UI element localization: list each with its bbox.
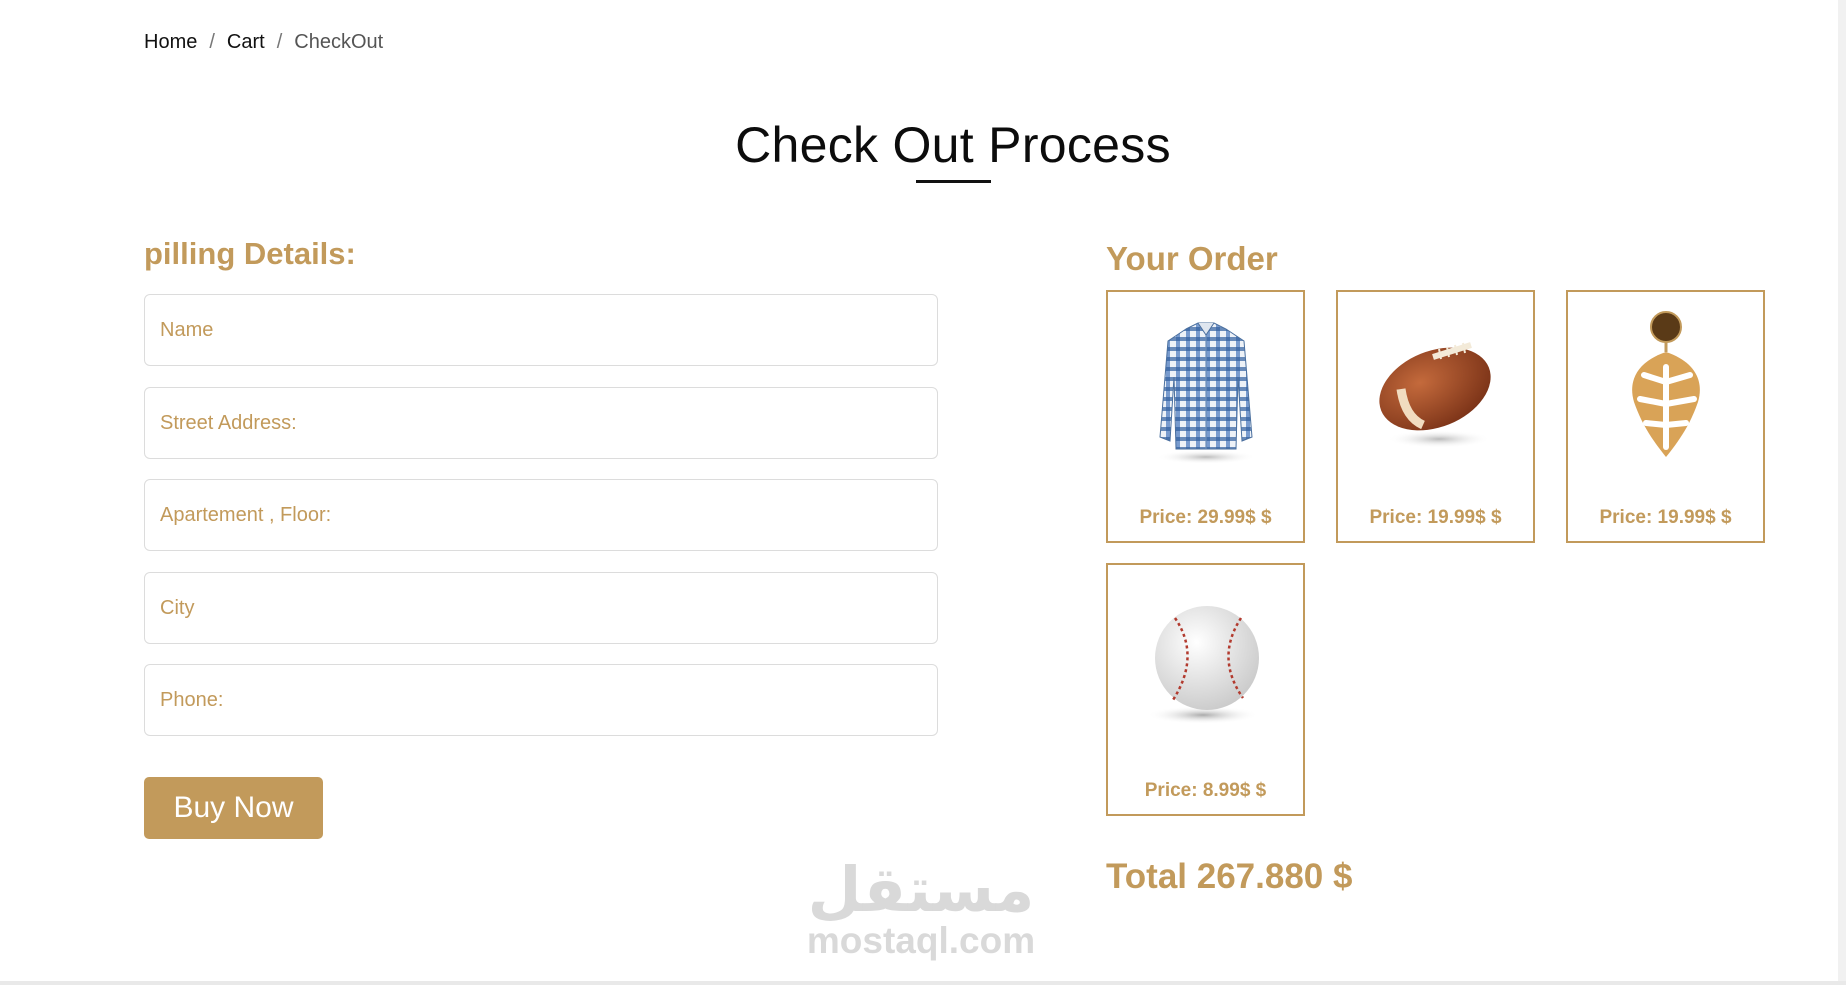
breadcrumb-separator: / <box>209 31 215 53</box>
product-image <box>1338 292 1533 492</box>
apartment-floor-input[interactable] <box>145 480 937 550</box>
product-image <box>1108 565 1303 765</box>
order-item-card[interactable]: Price: 19.99$ $ <box>1336 290 1535 543</box>
billing-heading: pilling Details: <box>144 236 356 271</box>
item-price: Price: 19.99$ $ <box>1599 507 1732 528</box>
baseball-icon <box>1146 606 1259 724</box>
breadcrumb-separator: / <box>276 31 283 53</box>
page-title-wrapper: Check Out Process <box>0 116 1846 174</box>
apartment-floor-field <box>144 479 938 551</box>
watermark-latin: mostaql.com <box>806 920 1036 961</box>
phone-input[interactable] <box>145 665 937 735</box>
item-price: Price: 29.99$ $ <box>1139 507 1272 528</box>
name-input[interactable] <box>145 295 937 365</box>
breadcrumb-home-link[interactable]: Home <box>144 31 197 54</box>
watermark-logo: مستقل mostaql.com <box>806 858 1036 960</box>
product-image <box>1108 292 1303 492</box>
city-input[interactable] <box>145 573 937 643</box>
breadcrumb-current: CheckOut <box>294 31 384 53</box>
breadcrumb: Home / Cart / CheckOut <box>144 31 383 54</box>
watermark-arabic: مستقل <box>807 853 1035 926</box>
product-image <box>1568 292 1763 492</box>
title-underline <box>916 180 991 183</box>
earring-icon <box>1631 311 1700 457</box>
bottom-divider <box>0 981 1846 985</box>
checkout-page: Home / Cart / CheckOut Check Out Process… <box>0 0 1846 985</box>
name-field <box>144 294 938 366</box>
page-title: Check Out Process <box>735 117 1171 173</box>
street-address-field <box>144 387 938 459</box>
vertical-scrollbar[interactable] <box>1838 0 1846 985</box>
order-item-card[interactable]: Price: 29.99$ $ <box>1106 290 1305 543</box>
item-price: Price: 8.99$ $ <box>1144 780 1267 801</box>
order-item-card[interactable]: Price: 19.99$ $ <box>1566 290 1765 543</box>
breadcrumb-cart-link[interactable]: Cart <box>227 31 265 54</box>
football-icon <box>1378 342 1491 448</box>
buy-now-button[interactable]: Buy Now <box>144 777 323 839</box>
order-item-card[interactable]: Price: 8.99$ $ <box>1106 563 1305 816</box>
phone-field <box>144 664 938 736</box>
city-field <box>144 572 938 644</box>
item-price: Price: 19.99$ $ <box>1369 507 1502 528</box>
shirt-icon <box>1155 322 1256 464</box>
order-heading: Your Order <box>1106 240 1278 277</box>
street-address-input[interactable] <box>145 388 937 458</box>
order-total: Total 267.880 $ <box>1106 857 1353 896</box>
